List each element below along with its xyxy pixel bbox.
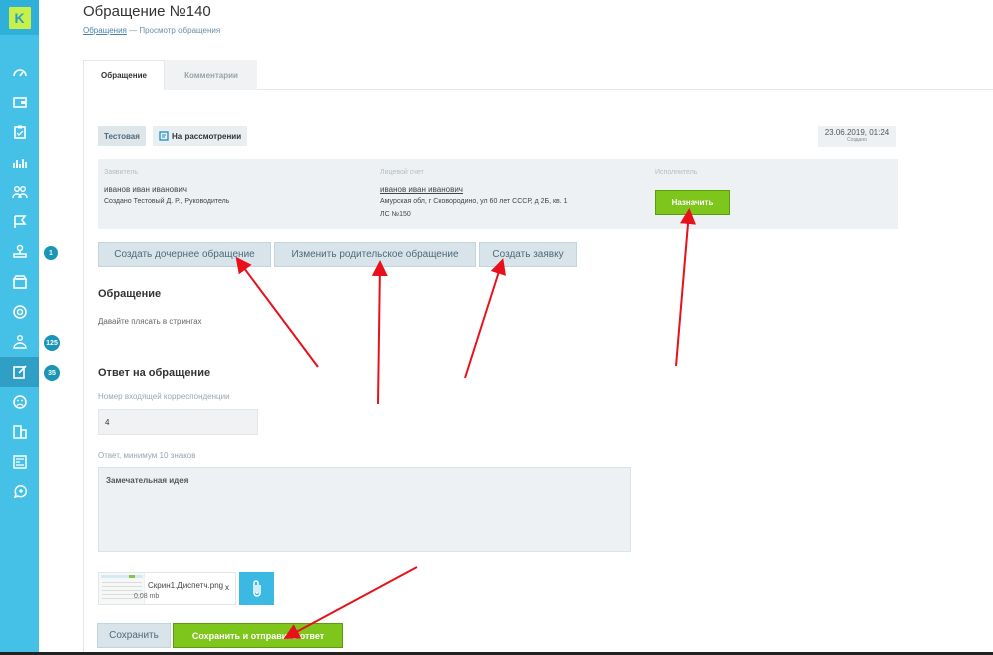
breadcrumb: Обращения — Просмотр обращения: [83, 26, 220, 35]
chart-icon[interactable]: [0, 147, 39, 177]
remove-attachment-button[interactable]: x: [225, 583, 229, 592]
info-block: Заявитель иванов иван иванович Создано Т…: [98, 159, 898, 229]
tab-bar: Обращение Комментарии: [83, 60, 257, 90]
applicant-name: иванов иван иванович: [104, 185, 187, 194]
save-button[interactable]: Сохранить: [97, 623, 171, 648]
created-by: Создано Тестовый Д. Р., Руководитель: [104, 198, 230, 205]
edit-icon[interactable]: [0, 357, 39, 387]
badge-edit: 35: [42, 363, 62, 383]
sidebar: K 1 125 35: [0, 0, 62, 655]
assign-button[interactable]: Назначить: [655, 190, 730, 215]
news-icon[interactable]: [0, 447, 39, 477]
sad-icon[interactable]: [0, 387, 39, 417]
tab-request[interactable]: Обращение: [83, 60, 165, 90]
attachment-size: 0.08 mb: [134, 593, 160, 600]
created-date-value: 23.06.2019, 01:24: [824, 128, 890, 137]
account-address: Амурская обл, г Сковородино, ул 60 лет С…: [380, 198, 568, 205]
account-name-link[interactable]: иванов иван иванович: [380, 185, 463, 194]
breadcrumb-current: Просмотр обращения: [139, 26, 221, 35]
request-text: Давайте плясать в стрингах: [98, 317, 202, 326]
created-date: 23.06.2019, 01:24 Создано: [818, 126, 896, 147]
type-tag: Тестовая: [98, 126, 146, 146]
badge-team: 125: [42, 333, 62, 353]
logo-mark: K: [8, 6, 31, 29]
team-icon[interactable]: [0, 327, 39, 357]
attachment: Скрин1.Диспетч.png 0.08 mb x: [98, 572, 236, 605]
tab-comments[interactable]: Комментарии: [165, 60, 257, 90]
answer-heading: Ответ на обращение: [98, 367, 211, 379]
create-child-button[interactable]: Создать дочернее обращение: [98, 242, 271, 267]
save-and-send-button[interactable]: Сохранить и отправить ответ: [173, 623, 343, 648]
stamp-icon[interactable]: [0, 237, 39, 267]
number-label: Номер входящей корреспонденции: [98, 392, 230, 401]
badge-stamp: 1: [42, 244, 60, 262]
support-icon[interactable]: [0, 477, 39, 507]
request-heading: Обращение: [98, 288, 162, 300]
building-icon[interactable]: [0, 417, 39, 447]
account-number: ЛС №150: [380, 211, 411, 218]
number-input[interactable]: 4: [98, 409, 258, 435]
attach-button[interactable]: [239, 572, 274, 605]
attachment-name: Скрин1.Диспетч.png: [148, 581, 224, 590]
box-icon[interactable]: [0, 267, 39, 297]
status-label: На рассмотрении: [172, 131, 242, 141]
users-icon[interactable]: [0, 177, 39, 207]
flag-icon[interactable]: [0, 207, 39, 237]
executor-label: Исполнитель: [655, 169, 698, 176]
dashboard-icon[interactable]: [0, 58, 39, 88]
page-title: Обращение №140: [83, 3, 211, 20]
logo[interactable]: K: [0, 0, 39, 35]
status-tag: На рассмотрении: [153, 126, 248, 146]
status-icon: [159, 131, 169, 141]
breadcrumb-separator: —: [126, 26, 140, 35]
create-request-button[interactable]: Создать заявку: [479, 242, 577, 267]
answer-textarea[interactable]: Замечательная идея: [98, 467, 631, 552]
answer-label: Ответ, минимум 10 знаков: [98, 451, 196, 460]
account-label: Лицевой счет: [380, 169, 424, 176]
coin-icon[interactable]: [0, 297, 39, 327]
clipboard-icon[interactable]: [0, 117, 39, 147]
created-date-label: Создано: [847, 137, 867, 143]
wallet-icon[interactable]: [0, 87, 39, 117]
change-parent-button[interactable]: Изменить родительское обращение: [274, 242, 476, 267]
paperclip-icon: [252, 579, 261, 597]
applicant-label: Заявитель: [104, 169, 139, 176]
breadcrumb-link[interactable]: Обращения: [83, 26, 127, 35]
